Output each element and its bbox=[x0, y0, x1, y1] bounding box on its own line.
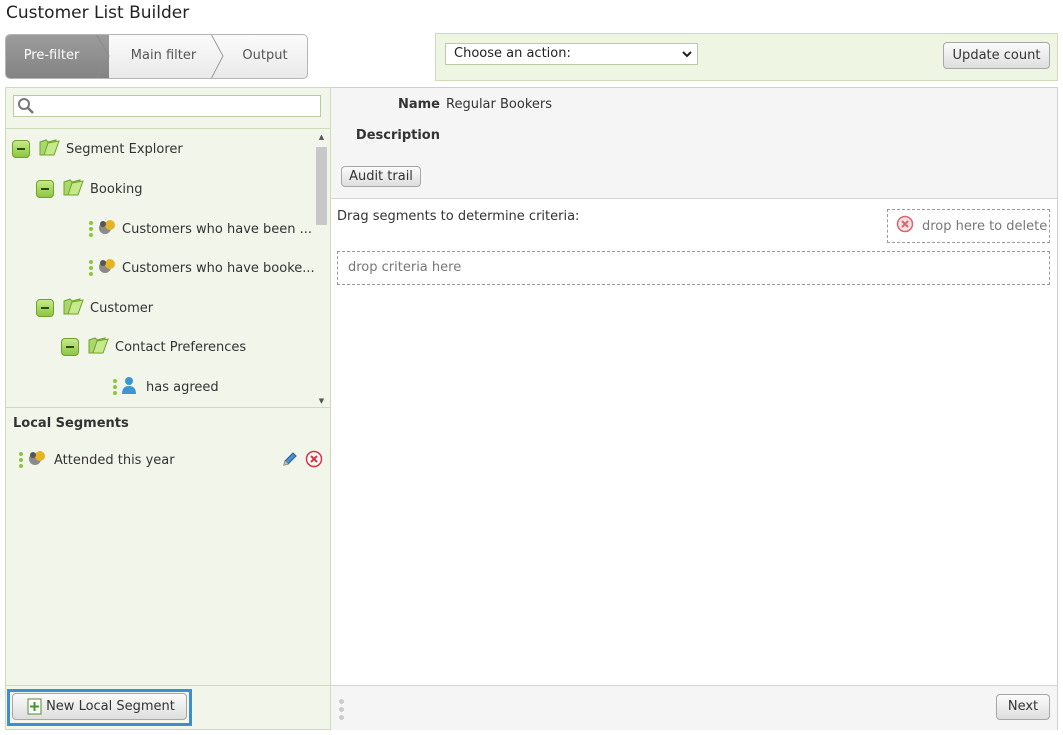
segment-details: Name Regular Bookers Description Audit t… bbox=[331, 88, 1057, 199]
tree-item-booking[interactable]: Booking bbox=[36, 176, 142, 202]
search-icon bbox=[17, 97, 35, 119]
tree-item-segment-explorer[interactable]: Segment Explorer bbox=[12, 136, 183, 162]
drop-delete-label: drop here to delete bbox=[922, 218, 1048, 234]
step-separators bbox=[95, 35, 224, 78]
segment-icon bbox=[26, 448, 48, 472]
update-count-button[interactable]: Update count bbox=[943, 42, 1050, 69]
new-local-segment-button[interactable]: New Local Segment bbox=[12, 693, 187, 720]
tree-item-label: Booking bbox=[90, 181, 143, 197]
action-select[interactable]: Choose an action: bbox=[445, 43, 698, 65]
right-pane: Name Regular Bookers Description Audit t… bbox=[331, 87, 1058, 730]
add-icon bbox=[27, 698, 43, 724]
collapse-icon[interactable] bbox=[12, 140, 30, 158]
folder-icon bbox=[38, 137, 60, 161]
action-select-value: Choose an action: bbox=[454, 46, 571, 61]
description-label: Description bbox=[355, 128, 440, 143]
scroll-down-icon[interactable]: ▼ bbox=[315, 397, 328, 405]
delete-icon[interactable] bbox=[305, 450, 323, 472]
person-icon bbox=[120, 375, 138, 399]
app-title: Customer List Builder bbox=[6, 3, 190, 23]
scroll-thumb[interactable] bbox=[316, 147, 327, 225]
tree-item-segment[interactable]: Customers who have booke... bbox=[89, 255, 315, 281]
tree-item-customer[interactable]: Customer bbox=[36, 295, 153, 321]
segment-icon bbox=[96, 256, 118, 280]
tree-item-label: Customers who have booke... bbox=[122, 260, 315, 276]
folder-icon bbox=[87, 335, 109, 359]
next-button[interactable]: Next bbox=[996, 694, 1050, 720]
drag-handle-icon[interactable] bbox=[89, 258, 93, 278]
criteria-instructions: Drag segments to determine criteria: bbox=[337, 209, 580, 224]
collapse-icon[interactable] bbox=[36, 299, 54, 317]
audit-trail-button[interactable]: Audit trail bbox=[341, 166, 421, 187]
local-segments-panel: Local Segments Attended this year bbox=[6, 407, 330, 685]
collapse-icon[interactable] bbox=[61, 338, 79, 356]
collapse-icon[interactable] bbox=[36, 180, 54, 198]
local-segment-item[interactable]: Attended this year bbox=[19, 448, 324, 472]
folder-icon bbox=[62, 296, 84, 320]
tree-item-label: Contact Preferences bbox=[115, 339, 247, 355]
drop-criteria-zone[interactable]: drop criteria here bbox=[337, 251, 1050, 285]
tree-item-label: has agreed bbox=[146, 379, 219, 395]
tree-scrollbar[interactable]: ▲ ▼ bbox=[315, 133, 328, 405]
left-footer: New Local Segment bbox=[6, 685, 330, 729]
pencil-icon[interactable] bbox=[281, 450, 299, 472]
delete-icon bbox=[896, 215, 914, 237]
tree-item-contact-preferences[interactable]: Contact Preferences bbox=[61, 334, 246, 360]
search-input[interactable] bbox=[13, 95, 321, 117]
segment-tree: Segment Explorer Booking Customers who h… bbox=[6, 128, 330, 407]
tree-item-person[interactable]: has agreed bbox=[113, 374, 219, 400]
wizard-steps: Pre-filter Main filter Output bbox=[5, 34, 308, 79]
segment-icon bbox=[96, 217, 118, 241]
folder-icon bbox=[62, 177, 84, 201]
name-label: Name bbox=[397, 97, 440, 112]
tree-item-label: Customer bbox=[90, 300, 154, 316]
action-bar: Choose an action: Update count bbox=[435, 33, 1058, 81]
new-local-segment-label: New Local Segment bbox=[46, 699, 175, 714]
drop-delete-zone[interactable]: drop here to delete bbox=[887, 209, 1050, 243]
name-field[interactable]: Regular Bookers bbox=[446, 97, 552, 112]
chevron-down-icon bbox=[682, 44, 692, 71]
tree-item-segment[interactable]: Customers who have been ... bbox=[89, 216, 312, 242]
local-segment-label: Attended this year bbox=[54, 452, 175, 468]
left-pane: Segment Explorer Booking Customers who h… bbox=[5, 87, 331, 730]
drag-handle-icon[interactable] bbox=[113, 377, 117, 397]
drag-handle-icon[interactable] bbox=[89, 219, 93, 239]
right-footer: Next bbox=[331, 685, 1057, 730]
drag-handle-icon[interactable] bbox=[19, 450, 23, 470]
scroll-up-icon[interactable]: ▲ bbox=[315, 133, 328, 141]
local-segments-title: Local Segments bbox=[13, 416, 129, 431]
tree-item-label: Segment Explorer bbox=[66, 141, 183, 157]
resize-handle-icon[interactable] bbox=[339, 696, 344, 723]
tree-item-label: Customers who have been ... bbox=[122, 221, 313, 237]
